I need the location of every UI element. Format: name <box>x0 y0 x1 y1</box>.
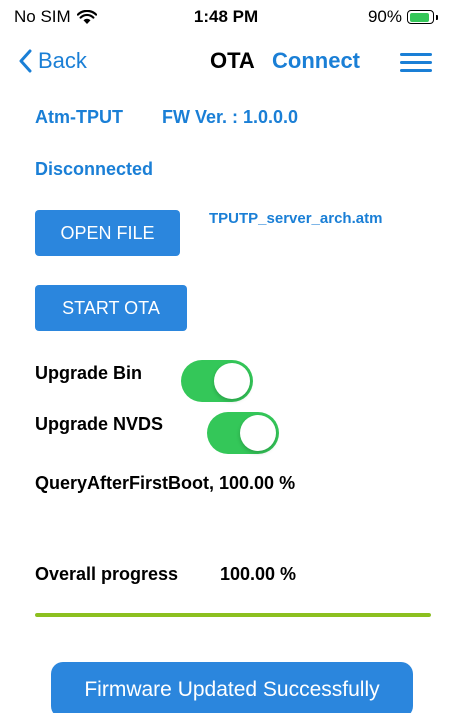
toggle-knob <box>240 415 276 451</box>
battery-tip <box>436 14 438 20</box>
chevron-left-icon <box>19 49 32 73</box>
page-title: OTA <box>210 48 255 73</box>
overall-progress-value: 100.00 % <box>220 564 297 584</box>
firmware-updated-button[interactable]: Firmware Updated Successfully <box>51 662 413 713</box>
toggle-knob <box>214 363 250 399</box>
open-file-button[interactable]: OPEN FILE <box>35 210 180 256</box>
connect-button[interactable]: Connect <box>272 48 360 74</box>
upgrade-nvds-toggle[interactable] <box>207 412 279 454</box>
overall-progress-label: Overall progress <box>35 564 179 584</box>
start-ota-button[interactable]: START OTA <box>35 285 187 331</box>
upgrade-bin-toggle[interactable] <box>181 360 253 402</box>
battery-area: 90% <box>368 7 438 27</box>
device-name: Atm-TPUT <box>35 107 123 127</box>
upgrade-nvds-label: Upgrade NVDS <box>35 414 164 434</box>
battery-percent: 90% <box>367 7 402 26</box>
battery-fill <box>409 12 430 22</box>
back-button[interactable]: Back <box>18 48 87 74</box>
ota-screen: No SIM 1:48 PM 90% Back OTA Connect Atm-… <box>0 0 452 713</box>
nav-bar: Back OTA Connect <box>0 40 452 84</box>
query-status-text: QueryAfterFirstBoot, 100.00 % <box>35 473 296 493</box>
status-bar: No SIM 1:48 PM 90% <box>0 0 452 36</box>
selected-file-name: TPUTP_server_arch.atm <box>209 210 383 227</box>
battery-icon <box>407 10 434 24</box>
upgrade-bin-label: Upgrade Bin <box>35 363 143 383</box>
back-label: Back <box>38 48 87 73</box>
connection-status: Disconnected <box>35 159 154 179</box>
menu-icon[interactable] <box>400 52 432 72</box>
progress-bar <box>35 613 431 617</box>
progress-bar-fill <box>35 613 431 617</box>
firmware-version: FW Ver. : 1.0.0.0 <box>162 107 299 127</box>
